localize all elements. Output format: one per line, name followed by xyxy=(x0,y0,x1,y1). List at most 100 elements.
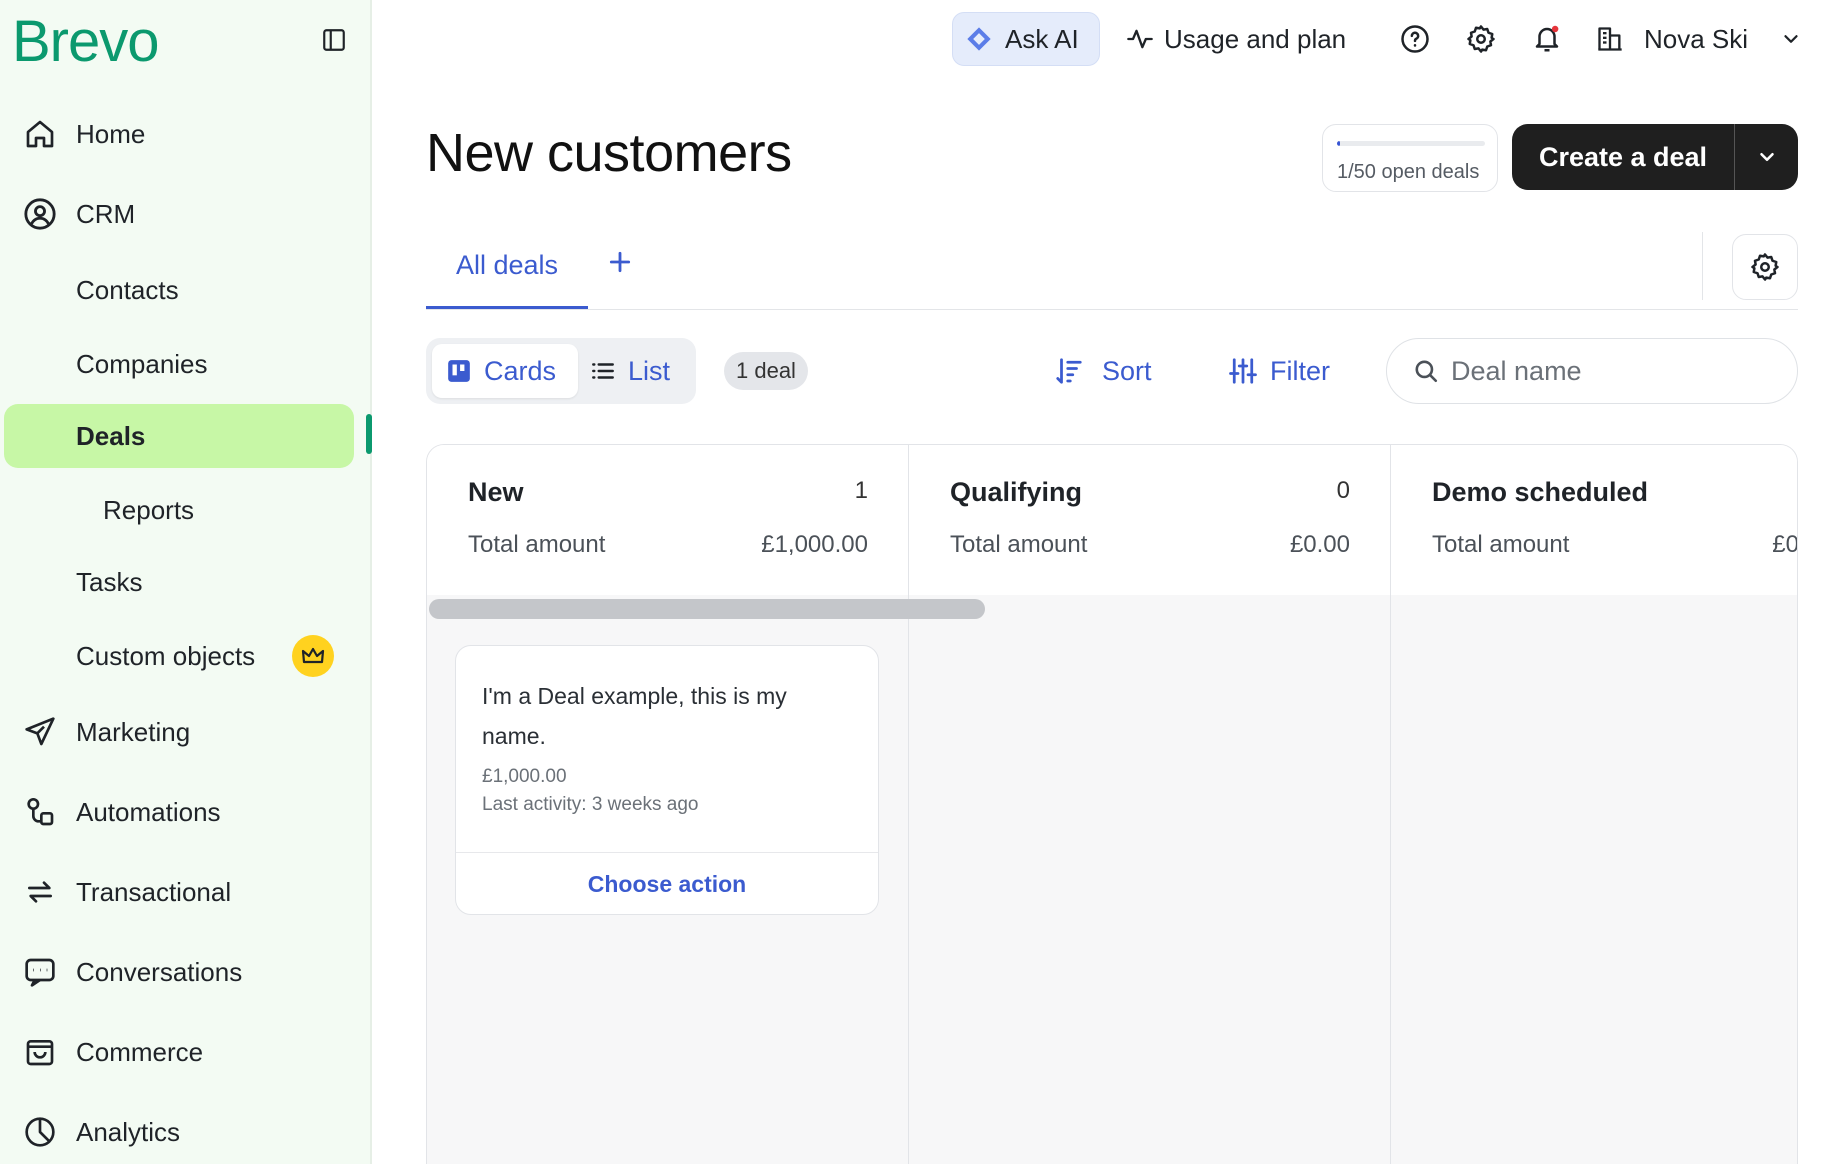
search-icon xyxy=(1415,360,1438,383)
stage-column-qualifying xyxy=(909,595,1391,1164)
sort-label: Sort xyxy=(1102,355,1152,386)
stage-total-label: Total amount xyxy=(468,531,606,558)
building-icon xyxy=(1598,27,1622,51)
stage-header-new: New 1 Total amount £1,000.00 xyxy=(427,445,909,595)
deal-card[interactable]: I'm a Deal example, this is my name. £1,… xyxy=(455,645,879,915)
page-title: New customers xyxy=(426,123,792,183)
sidebar-item-label: Analytics xyxy=(76,1116,181,1147)
stage-header-qualifying: Qualifying 0 Total amount £0.00 xyxy=(909,445,1391,595)
stage-total-label: Total amount xyxy=(950,531,1088,558)
usage-label: Usage and plan xyxy=(1164,23,1347,54)
crown-icon xyxy=(292,635,334,677)
list-view-button[interactable]: List xyxy=(582,344,692,398)
active-item-highlight xyxy=(4,404,354,468)
active-indicator xyxy=(366,414,372,454)
chevron-down-icon xyxy=(1759,152,1774,162)
filter-button[interactable]: Filter xyxy=(1228,350,1330,392)
notifications-button[interactable] xyxy=(1528,20,1566,58)
sidebar-item-label: Home xyxy=(76,118,146,149)
pie-chart-icon xyxy=(22,1114,58,1150)
sort-icon xyxy=(1056,358,1082,384)
stage-name: New xyxy=(468,477,524,507)
sidebar-item-home[interactable]: Home xyxy=(0,102,372,166)
choose-action-button[interactable]: Choose action xyxy=(456,853,878,915)
help-icon xyxy=(1401,25,1429,53)
account-name: Nova Ski xyxy=(1644,23,1749,54)
sort-button[interactable]: Sort xyxy=(1054,350,1152,392)
sidebar-item-deals[interactable]: Deals xyxy=(0,404,372,468)
account-menu[interactable]: Nova Ski xyxy=(1596,18,1802,60)
tab-all-deals[interactable]: All deals xyxy=(426,240,588,310)
open-deals-progress-fill xyxy=(1337,141,1340,146)
sidebar-item-conversations[interactable]: Conversations xyxy=(0,940,372,1004)
open-deals-progress-bar xyxy=(1337,141,1485,146)
list-icon xyxy=(592,363,614,379)
stage-total-amount: £1,000.00 xyxy=(761,531,868,558)
sidebar-item-transactional[interactable]: Transactional xyxy=(0,860,372,924)
stage-total-label: Total amount xyxy=(1432,531,1570,558)
tabs-divider xyxy=(426,309,1798,310)
sidebar-item-reports[interactable]: Reports xyxy=(0,478,372,542)
settings-button[interactable] xyxy=(1462,20,1500,58)
help-button[interactable] xyxy=(1396,20,1434,58)
gear-icon xyxy=(1751,253,1779,281)
create-deal-button-group: Create a deal xyxy=(1512,124,1798,190)
open-deals-label: 1/50 open deals xyxy=(1337,161,1480,183)
pipeline-board: New 1 Total amount £1,000.00 Qualifying … xyxy=(426,444,1798,1164)
view-toggle: Cards List xyxy=(426,338,696,404)
sidebar-item-tasks[interactable]: Tasks xyxy=(0,550,372,614)
stage-total-amount: £0.00 xyxy=(1289,531,1350,558)
ai-diamond-icon xyxy=(967,27,991,51)
sidebar-item-label: Transactional xyxy=(76,876,232,907)
cards-icon xyxy=(448,360,470,382)
deal-search xyxy=(1386,338,1798,404)
open-deals-usage: 1/50 open deals xyxy=(1322,124,1498,192)
activity-icon xyxy=(1127,29,1153,49)
sidebar-item-marketing[interactable]: Marketing xyxy=(0,700,372,764)
stage-column-demo-scheduled xyxy=(1391,595,1797,1164)
pipeline-settings-button[interactable] xyxy=(1732,234,1798,300)
transfer-icon xyxy=(22,874,58,910)
sidebar-toggle-icon xyxy=(323,29,345,51)
stage-count: 0 xyxy=(1336,477,1350,504)
sidebar-item-label: Automations xyxy=(76,796,221,827)
brevo-logo[interactable]: Brevo xyxy=(12,8,160,75)
bag-icon xyxy=(22,1034,58,1070)
create-deal-button[interactable]: Create a deal xyxy=(1512,124,1734,190)
cards-view-button[interactable]: Cards xyxy=(432,344,578,398)
stage-name: Demo scheduled xyxy=(1432,477,1649,507)
ask-ai-button[interactable]: Ask AI xyxy=(952,12,1100,66)
usage-and-plan-link[interactable]: Usage and plan xyxy=(1126,18,1346,60)
filter-label: Filter xyxy=(1270,355,1330,386)
horizontal-scrollbar-thumb[interactable] xyxy=(429,599,985,619)
deal-count-badge: 1 deal xyxy=(724,352,808,390)
tabs-vertical-divider xyxy=(1702,232,1703,300)
deal-search-input[interactable] xyxy=(1451,355,1771,387)
bell-icon xyxy=(1535,25,1559,52)
sidebar-item-label: Reports xyxy=(103,494,195,525)
sidebar-item-companies[interactable]: Companies xyxy=(0,332,372,396)
filter-icon xyxy=(1229,358,1257,384)
stage-total-amount: £0 xyxy=(1772,531,1798,558)
chat-icon xyxy=(22,954,58,990)
sidebar-item-label: Tasks xyxy=(76,566,143,597)
stage-header-demo-scheduled: Demo scheduled Total amount £0 xyxy=(1391,445,1798,595)
sidebar-item-label: Conversations xyxy=(76,956,243,987)
sidebar-item-custom-objects[interactable]: Custom objects xyxy=(0,624,372,688)
add-view-button[interactable] xyxy=(604,246,636,278)
cards-label: Cards xyxy=(484,355,557,386)
sidebar-item-contacts[interactable]: Contacts xyxy=(0,258,372,322)
plus-icon xyxy=(609,251,631,273)
sidebar-item-crm[interactable]: CRM xyxy=(0,182,372,246)
sidebar-item-commerce[interactable]: Commerce xyxy=(0,1020,372,1084)
sidebar-item-label: Contacts xyxy=(76,274,179,305)
sidebar-item-analytics[interactable]: Analytics xyxy=(0,1100,372,1164)
horizontal-scrollbar xyxy=(427,593,1797,619)
stage-count: 1 xyxy=(854,477,868,504)
sidebar-item-automations[interactable]: Automations xyxy=(0,780,372,844)
create-deal-dropdown-button[interactable] xyxy=(1735,124,1798,190)
sidebar: Brevo Home CRM Contacts Companies Deals … xyxy=(0,0,372,1164)
home-icon xyxy=(22,116,58,152)
sidebar-item-label: Companies xyxy=(76,348,208,379)
collapse-sidebar-button[interactable] xyxy=(318,24,350,56)
